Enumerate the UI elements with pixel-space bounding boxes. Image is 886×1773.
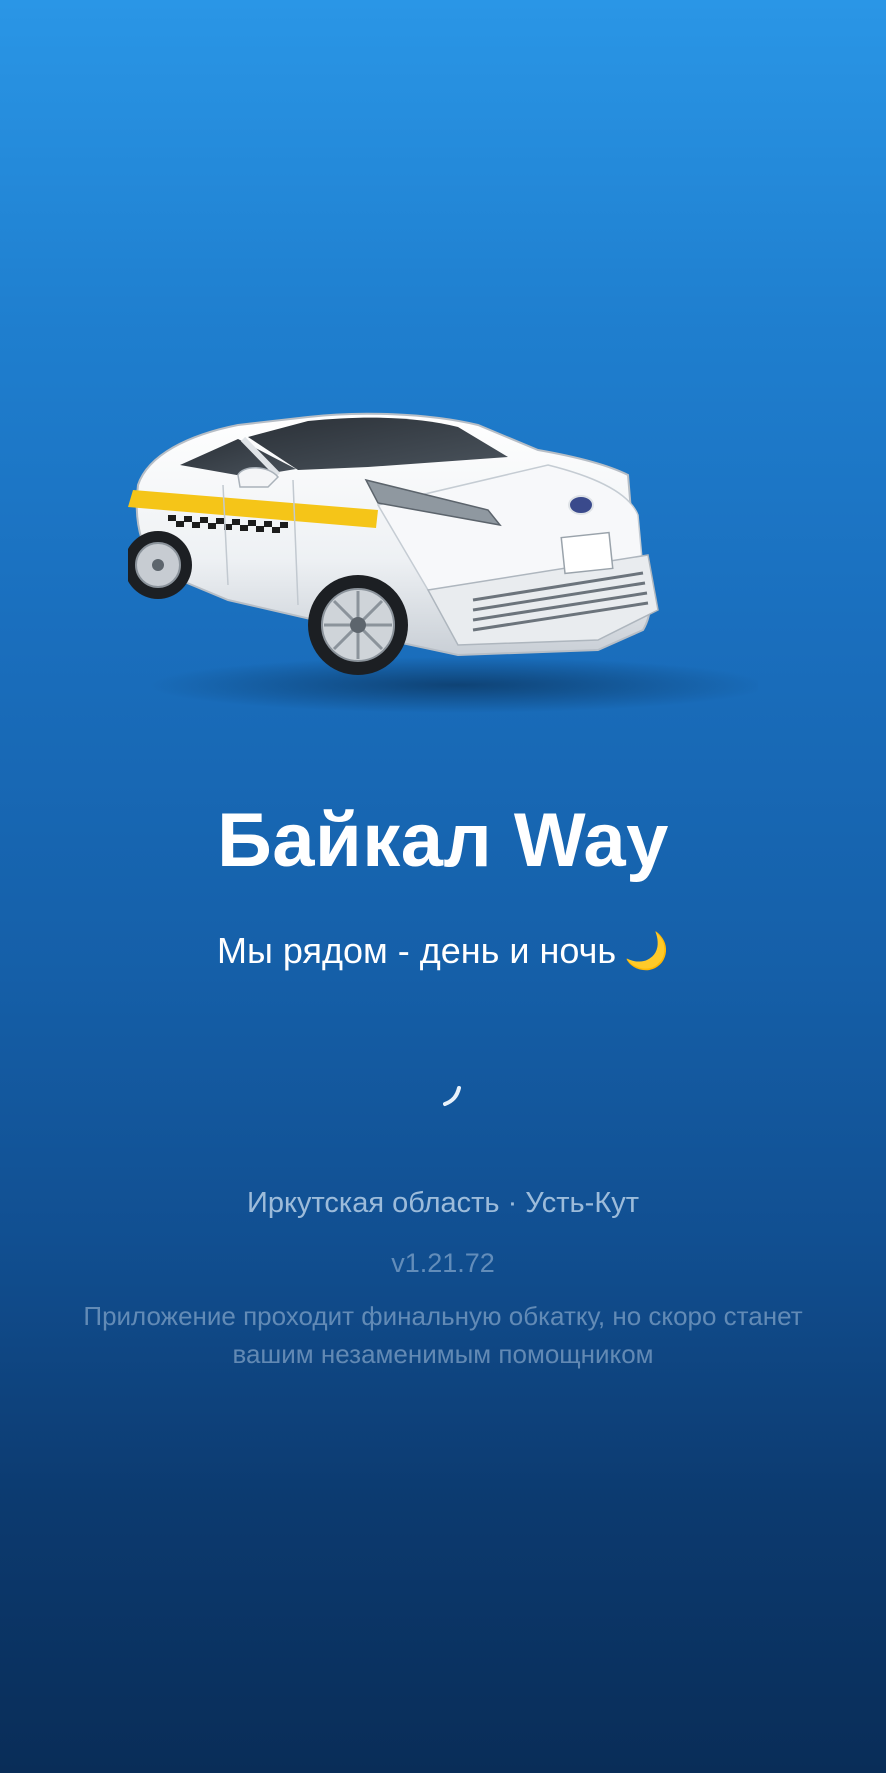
app-title: Байкал Way — [217, 798, 669, 883]
beta-notice: Приложение проходит финальную обкатку, н… — [83, 1301, 803, 1369]
region-label: Иркутская область · Усть-Кут — [246, 1187, 639, 1219]
taxi-car-image — [128, 395, 758, 715]
tagline-text: Мы рядом - день и ночь — [217, 930, 617, 971]
splash-screen: Байкал Way Мы рядом - день и ночь 🌙 Иркут… — [0, 0, 886, 1773]
crescent-moon-icon: 🌙 — [624, 930, 669, 971]
tagline: Мы рядом - день и ночь 🌙 — [0, 928, 886, 974]
version-label: v1.21.72 — [391, 1248, 495, 1278]
loading-spinner-icon — [443, 1080, 487, 1124]
